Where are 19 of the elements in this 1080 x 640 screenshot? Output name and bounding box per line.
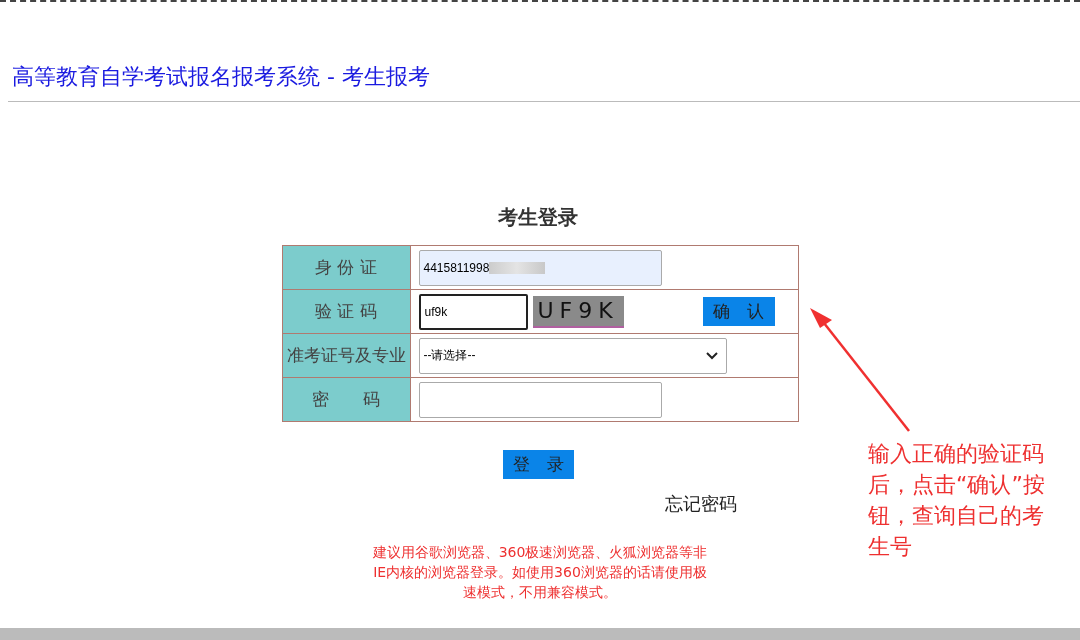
field-label: 准考证号及专业 xyxy=(282,334,411,377)
annotation-text: 输入正确的验证码后，点击“确认”按钮，查询自己的考生号 xyxy=(868,440,1046,561)
chevron-down-icon xyxy=(705,351,718,360)
browser-notice: 建议用谷歌浏览器、360极速浏览器、火狐浏览器等非IE内核的浏览器登录。如使用360浏览器的话请使用极速模式，不用兼容模式。 xyxy=(371,543,709,602)
field-label: 身 份 证 xyxy=(282,246,411,289)
confirm-button[interactable]: 确 认 xyxy=(702,297,775,326)
page-title: 高等教育自学考试报名报考系统 - 考生报考 xyxy=(12,63,431,91)
id-number-field[interactable]: 4415811998 xyxy=(418,249,662,286)
horizontal-scrollbar[interactable] xyxy=(0,628,1080,640)
captcha-field[interactable]: uf9k xyxy=(418,293,528,330)
login-button[interactable]: 登 录 xyxy=(503,450,574,479)
blurred-digits xyxy=(489,261,546,274)
login-heading: 考生登录 xyxy=(497,204,578,231)
forgot-password-link[interactable]: 忘记密码 xyxy=(665,492,737,516)
field-label: 密 码 xyxy=(282,378,411,421)
password-field[interactable] xyxy=(418,381,662,418)
field-label: 验 证 码 xyxy=(282,290,411,333)
captcha-image: UF9K xyxy=(532,295,624,328)
exam-select-dropdown[interactable]: --请选择-- xyxy=(418,337,727,374)
